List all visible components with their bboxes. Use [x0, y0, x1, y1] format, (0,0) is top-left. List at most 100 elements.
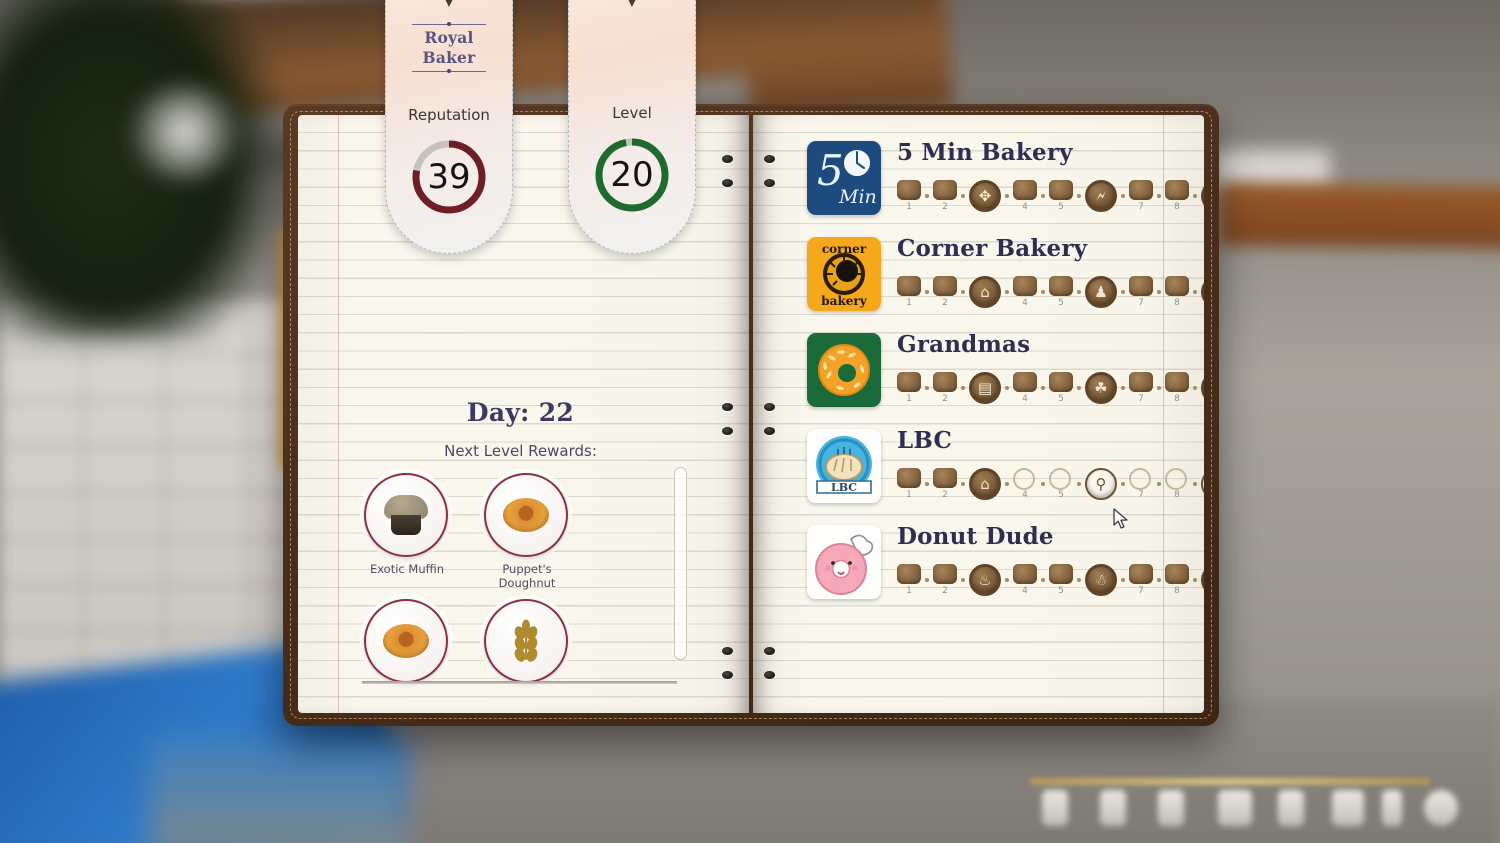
progress-node[interactable]: 5	[1049, 372, 1073, 404]
track-dot	[925, 482, 929, 486]
rewards-scrollbar[interactable]	[674, 467, 687, 660]
progress-node[interactable]: 🗲	[1085, 180, 1117, 212]
track-dot	[1193, 290, 1197, 294]
doughnut-icon	[383, 624, 429, 658]
progress-node[interactable]: 8	[1165, 468, 1189, 500]
progress-track: 1 2 ▤ 4 5 ☘ 7 8 ✸	[897, 372, 1204, 404]
progress-node[interactable]: ♨	[969, 564, 1001, 596]
progress-node[interactable]: 4	[1013, 468, 1037, 500]
progress-node[interactable]: ♟	[1085, 276, 1117, 308]
progress-node[interactable]: ☃	[1085, 564, 1117, 596]
progress-node[interactable]: 5	[1049, 564, 1073, 596]
track-dot	[1121, 290, 1125, 294]
bg-utensil	[1218, 790, 1252, 826]
progress-node[interactable]: ⌂	[969, 276, 1001, 308]
progress-node[interactable]: 1	[897, 180, 921, 212]
node-number: 5	[1058, 202, 1064, 212]
reputation-ring: 39	[407, 135, 491, 219]
milestone-badge-icon: ✸	[1201, 180, 1204, 212]
progress-node[interactable]: 8	[1165, 372, 1189, 404]
node-number: 5	[1058, 586, 1064, 596]
progress-node[interactable]: ✸	[1201, 180, 1204, 212]
progress-node[interactable]: 7	[1129, 564, 1153, 596]
progress-node[interactable]: 1	[897, 276, 921, 308]
next-level-rewards-heading: Next Level Rewards:	[444, 442, 597, 460]
progress-node[interactable]: ✸	[1201, 468, 1204, 500]
progress-node[interactable]: 5	[1049, 276, 1073, 308]
progress-node[interactable]: 2	[933, 276, 957, 308]
reward-item[interactable]	[364, 599, 450, 688]
reward-item[interactable]	[484, 599, 570, 688]
milestone-badge-icon: ♟	[1085, 276, 1117, 308]
bakery-row[interactable]: corner bakery Corner Bakery 1 2 ⌂ 4 5 ♟ 7 8 ✸	[807, 233, 1204, 329]
product-badge-icon	[1049, 372, 1073, 392]
progress-node[interactable]: ⚲	[1085, 468, 1117, 500]
progress-node[interactable]: 5	[1049, 180, 1073, 212]
node-number: 4	[1022, 394, 1028, 404]
reward-item[interactable]: Puppet's Doughnut	[484, 473, 570, 590]
node-number: 4	[1022, 586, 1028, 596]
progress-node[interactable]: 4	[1013, 180, 1037, 212]
track-dot	[1157, 386, 1161, 390]
progress-node[interactable]: 8	[1165, 276, 1189, 308]
progress-node[interactable]: ✸	[1201, 372, 1204, 404]
bg-utensil	[1158, 790, 1184, 826]
track-dot	[1041, 578, 1045, 582]
node-number: 1	[906, 490, 912, 500]
bakery-row[interactable]: Donut Dude 1 2 ♨ 4 5 ☃ 7 8 ✸	[807, 521, 1204, 617]
reward-name: Puppet's Doughnut	[498, 562, 556, 590]
progress-node[interactable]: ☘	[1085, 372, 1117, 404]
five-min-bakery-logo[interactable]: 5 Min	[807, 141, 881, 215]
progress-node[interactable]: 2	[933, 564, 957, 596]
progress-node[interactable]: ⌂	[969, 468, 1001, 500]
track-dot	[961, 194, 965, 198]
bookmark-reputation[interactable]: ▼ Royal Baker Reputation 39	[385, 0, 513, 254]
bakery-body: 5 Min Bakery 1 2 ✥ 4 5 🗲 7 8 ✸	[897, 137, 1204, 212]
progress-node[interactable]: 4	[1013, 276, 1037, 308]
bakery-name: Donut Dude	[897, 523, 1054, 550]
progress-node[interactable]: 8	[1165, 180, 1189, 212]
progress-node[interactable]: ✥	[969, 180, 1001, 212]
node-number: 1	[906, 586, 912, 596]
bakery-row[interactable]: LBC LBC 1 2 ⌂ 4 5 ⚲ 7 8 ✸	[807, 425, 1204, 521]
node-number: 4	[1022, 298, 1028, 308]
progress-node[interactable]: ✸	[1201, 276, 1204, 308]
progress-node[interactable]: 7	[1129, 180, 1153, 212]
progress-node[interactable]: 8	[1165, 564, 1189, 596]
progress-node[interactable]: 1	[897, 372, 921, 404]
page-divider-rule	[362, 681, 677, 684]
progress-node[interactable]: ▤	[969, 372, 1001, 404]
grandmas-bagel-logo[interactable]	[807, 333, 881, 407]
donut-dude-logo[interactable]	[807, 525, 881, 599]
progress-node[interactable]: 4	[1013, 564, 1037, 596]
corner-bakery-logo[interactable]: corner bakery	[807, 237, 881, 311]
progress-node[interactable]: 7	[1129, 468, 1153, 500]
bakery-row[interactable]: Grandmas 1 2 ▤ 4 5 ☘ 7 8 ✸	[807, 329, 1204, 425]
progress-node[interactable]: 7	[1129, 372, 1153, 404]
progress-node[interactable]: 5	[1049, 468, 1073, 500]
reward-item[interactable]: Exotic Muffin	[364, 473, 450, 590]
track-dot	[1193, 578, 1197, 582]
track-dot	[1193, 482, 1197, 486]
product-badge-icon	[1049, 276, 1073, 296]
progress-node[interactable]: 2	[933, 468, 957, 500]
node-number: 4	[1022, 490, 1028, 500]
progress-node[interactable]: 4	[1013, 372, 1037, 404]
progress-node[interactable]: 2	[933, 180, 957, 212]
reward-disc	[484, 473, 568, 557]
progress-node[interactable]: 1	[897, 564, 921, 596]
bg-blue-floor-2	[150, 735, 410, 843]
progress-node[interactable]: 1	[897, 468, 921, 500]
bakery-row[interactable]: 5Min 5 Min Bakery 1 2 ✥ 4 5 🗲 7 8 ✸	[807, 137, 1204, 233]
track-dot	[1077, 386, 1081, 390]
doughnut-icon	[503, 498, 549, 532]
progress-node[interactable]: ✸	[1201, 564, 1204, 596]
bookmark-level[interactable]: ▼ Level 20	[568, 0, 696, 254]
bg-utensil	[1382, 790, 1402, 826]
lbc-bread-logo[interactable]: LBC	[807, 429, 881, 503]
muffin-icon	[384, 495, 428, 535]
progress-node[interactable]: 7	[1129, 276, 1153, 308]
progress-node[interactable]: 2	[933, 372, 957, 404]
product-badge-icon	[1049, 564, 1073, 584]
milestone-badge-icon: ♨	[969, 564, 1001, 596]
